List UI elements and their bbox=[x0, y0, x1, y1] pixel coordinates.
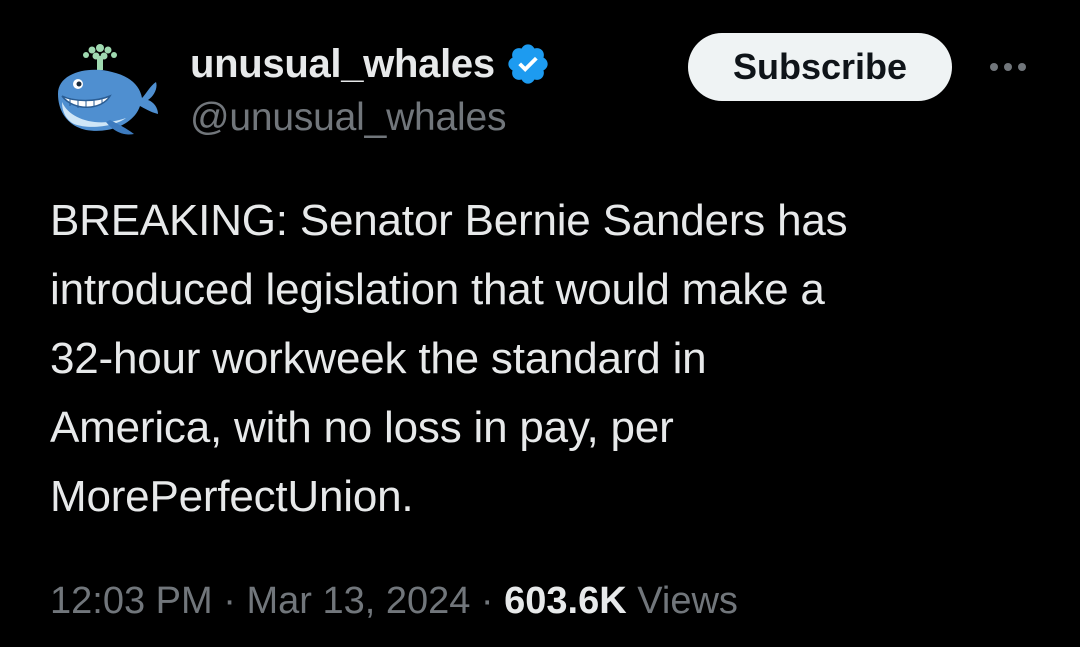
tweet-time[interactable]: 12:03 PM bbox=[50, 580, 213, 623]
meta-separator: · bbox=[212, 580, 247, 622]
subscribe-button[interactable]: Subscribe bbox=[688, 33, 952, 101]
meta-separator: · bbox=[470, 580, 505, 622]
tweet-text: BREAKING: Senator Bernie Sanders has int… bbox=[50, 196, 848, 521]
more-options-icon[interactable] bbox=[978, 52, 1038, 82]
tweet-date[interactable]: Mar 13, 2024 bbox=[246, 580, 470, 623]
whale-avatar-icon[interactable] bbox=[50, 36, 162, 148]
author-name-row[interactable]: unusual_whales bbox=[190, 40, 551, 88]
display-name[interactable]: unusual_whales bbox=[190, 42, 495, 87]
more-dot bbox=[1004, 63, 1012, 71]
verified-badge-icon[interactable] bbox=[505, 41, 551, 87]
views-count: 603.6K bbox=[504, 580, 627, 622]
more-dot bbox=[990, 63, 998, 71]
author-handle[interactable]: @unusual_whales bbox=[190, 96, 506, 140]
views-label: Views bbox=[626, 580, 738, 622]
tweet-card: unusual_whales @unusual_whales Subscribe… bbox=[0, 0, 1080, 647]
tweet-meta: 12:03 PM · Mar 13, 2024 · 603.6K Views bbox=[50, 580, 738, 623]
more-dot bbox=[1018, 63, 1026, 71]
